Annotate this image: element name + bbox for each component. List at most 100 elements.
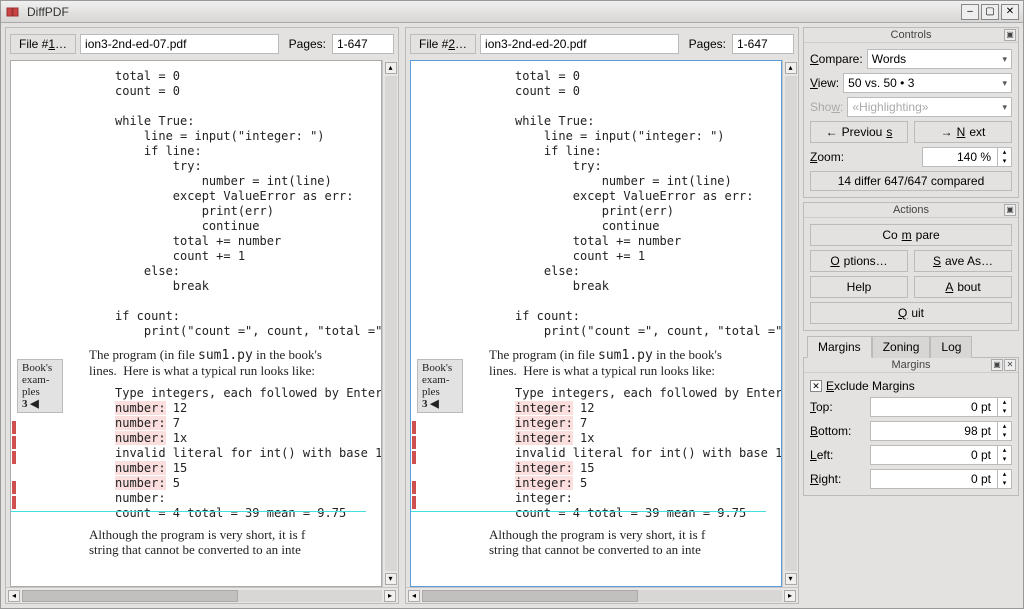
diff-marker <box>12 451 16 464</box>
spin-up-icon[interactable]: ▴ <box>997 148 1011 157</box>
right-pane: File #2… ion3-2nd-ed-20.pdf Pages: 1-647… <box>405 27 799 604</box>
arrow-right-icon: → <box>941 125 953 139</box>
diff-marker <box>412 436 416 449</box>
diff-marker <box>12 496 16 509</box>
bottom-label: Bottom: <box>810 424 866 438</box>
dock-float-icon[interactable]: ▣ <box>1004 29 1016 41</box>
spin-down-icon[interactable]: ▾ <box>997 479 1011 488</box>
controls-dock: Controls ▣ Compare: Words▾ View: 50 vs. … <box>803 27 1019 198</box>
top-label: Top: <box>810 400 866 414</box>
left-horizontal-scrollbar[interactable]: ◂ ▸ <box>6 587 398 603</box>
arrow-left-icon: ← <box>826 125 838 139</box>
scroll-right-icon[interactable]: ▸ <box>784 590 796 602</box>
file2-path[interactable]: ion3-2nd-ed-20.pdf <box>480 34 679 54</box>
app-window: DiffPDF ‒ ▢ ✕ File #1… ion3-2nd-ed-07.pd… <box>0 0 1024 609</box>
paragraph-intro: The program (in file sum1.py in the book… <box>489 347 773 378</box>
right-spinbox[interactable]: 0 pt▴▾ <box>870 469 1012 489</box>
left-vertical-scrollbar[interactable]: ▴ ▾ <box>382 60 398 587</box>
view-label: View: <box>810 76 839 90</box>
spin-down-icon[interactable]: ▾ <box>997 455 1011 464</box>
view-combo[interactable]: 50 vs. 50 • 3▾ <box>843 73 1012 93</box>
right-horizontal-scrollbar[interactable]: ◂ ▸ <box>406 587 798 603</box>
run-output-left: number: 12 number: 7 number: 1x invalid … <box>115 401 373 521</box>
run-output-right: integer: 12 integer: 7 integer: 1x inval… <box>515 401 773 521</box>
chevron-down-icon: ▾ <box>1002 78 1007 89</box>
maximize-button[interactable]: ▢ <box>981 4 999 20</box>
scroll-down-icon[interactable]: ▾ <box>785 573 797 585</box>
chevron-down-icon: ▾ <box>1002 102 1007 113</box>
right-vertical-scrollbar[interactable]: ▴ ▾ <box>782 60 798 587</box>
about-button[interactable]: About <box>914 276 1012 298</box>
spin-up-icon[interactable]: ▴ <box>997 470 1011 479</box>
dock-float-icon[interactable]: ▣ <box>1004 204 1016 216</box>
spin-down-icon[interactable]: ▾ <box>997 157 1011 166</box>
page-view-left[interactable]: total = 0 count = 0 while True: line = i… <box>10 60 382 587</box>
diff-marker <box>412 481 416 494</box>
dock-close-icon[interactable]: ✕ <box>1004 359 1016 371</box>
scroll-up-icon[interactable]: ▴ <box>385 62 397 74</box>
scroll-down-icon[interactable]: ▾ <box>385 573 397 585</box>
saveas-button[interactable]: Save As… <box>914 250 1012 272</box>
diff-marker <box>412 496 416 509</box>
file2-button[interactable]: File #2… <box>410 34 476 54</box>
scroll-up-icon[interactable]: ▴ <box>785 62 797 74</box>
right-label: Right: <box>810 472 866 486</box>
margins-title: Margins <box>891 359 930 371</box>
pages1-input[interactable]: 1-647 <box>332 34 394 54</box>
next-button[interactable]: →Next <box>914 121 1012 143</box>
exclude-margins-checkbox[interactable]: ✕ <box>810 380 822 392</box>
compare-label: Compare: <box>810 52 863 66</box>
pages2-label: Pages: <box>683 37 728 51</box>
spin-down-icon[interactable]: ▾ <box>997 407 1011 416</box>
options-button[interactable]: Options… <box>810 250 908 272</box>
tab-zoning[interactable]: Zoning <box>872 336 931 358</box>
titlebar[interactable]: DiffPDF ‒ ▢ ✕ <box>1 1 1023 23</box>
file1-button[interactable]: File #1… <box>10 34 76 54</box>
page-view-right[interactable]: total = 0 count = 0 while True: line = i… <box>410 60 782 587</box>
zoom-spinbox[interactable]: 140 % ▴▾ <box>922 147 1012 167</box>
scroll-thumb[interactable] <box>22 590 238 602</box>
spin-down-icon[interactable]: ▾ <box>997 431 1011 440</box>
close-button[interactable]: ✕ <box>1001 4 1019 20</box>
zoom-label: Zoom: <box>810 150 918 164</box>
trailing-paragraph: Although the program is very short, it i… <box>489 527 773 557</box>
previous-button[interactable]: ←Previous <box>810 121 908 143</box>
margin-guide-line <box>411 511 766 512</box>
minimize-button[interactable]: ‒ <box>961 4 979 20</box>
quit-button[interactable]: Quit <box>810 302 1012 324</box>
scroll-right-icon[interactable]: ▸ <box>384 590 396 602</box>
tab-margins[interactable]: Margins <box>807 336 872 358</box>
left-spinbox[interactable]: 0 pt▴▾ <box>870 445 1012 465</box>
book-example-tag: Book's exam- ples 3 ◀ <box>417 359 463 413</box>
diff-marker <box>412 451 416 464</box>
diff-marker <box>412 421 416 434</box>
bottom-spinbox[interactable]: 98 pt▴▾ <box>870 421 1012 441</box>
diff-marker <box>12 421 16 434</box>
scroll-thumb[interactable] <box>422 590 638 602</box>
margins-dock: Margins ▣✕ ✕ Exclude Margins Top: 0 pt▴▾… <box>803 358 1019 496</box>
diff-marker <box>12 481 16 494</box>
pages2-input[interactable]: 1-647 <box>732 34 794 54</box>
tab-log[interactable]: Log <box>930 336 972 358</box>
dock-float-icon[interactable]: ▣ <box>991 359 1003 371</box>
spin-up-icon[interactable]: ▴ <box>997 398 1011 407</box>
spin-up-icon[interactable]: ▴ <box>997 422 1011 431</box>
compare-combo[interactable]: Words▾ <box>867 49 1012 69</box>
top-spinbox[interactable]: 0 pt▴▾ <box>870 397 1012 417</box>
pages1-label: Pages: <box>283 37 328 51</box>
show-label: Show: <box>810 100 843 114</box>
spin-up-icon[interactable]: ▴ <box>997 446 1011 455</box>
compare-button[interactable]: Compare <box>810 224 1012 246</box>
app-icon <box>5 4 21 20</box>
left-pane: File #1… ion3-2nd-ed-07.pdf Pages: 1-647… <box>5 27 399 604</box>
help-button[interactable]: Help <box>810 276 908 298</box>
scroll-left-icon[interactable]: ◂ <box>408 590 420 602</box>
scroll-left-icon[interactable]: ◂ <box>8 590 20 602</box>
show-combo: «Highlighting»▾ <box>847 97 1012 117</box>
code-left: total = 0 count = 0 while True: line = i… <box>115 69 373 339</box>
actions-dock: Actions ▣ Compare Options… Save As… Help… <box>803 202 1019 331</box>
run-label-right: Type integers, each followed by Enter; <box>515 386 773 401</box>
run-label-left: Type integers, each followed by Enter; <box>115 386 373 401</box>
file1-path[interactable]: ion3-2nd-ed-07.pdf <box>80 34 279 54</box>
window-title: DiffPDF <box>27 5 961 19</box>
